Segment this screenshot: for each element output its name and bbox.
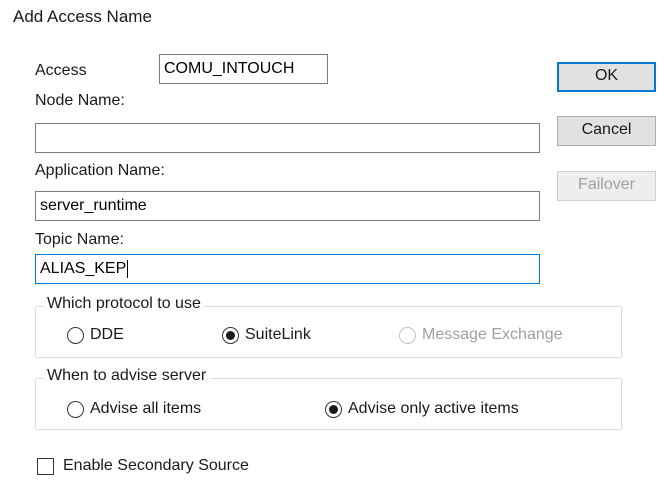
advise-label-all[interactable]: Advise all items bbox=[90, 400, 201, 418]
protocol-label-dde[interactable]: DDE bbox=[90, 326, 124, 344]
text-caret bbox=[127, 259, 129, 278]
cancel-button[interactable]: Cancel bbox=[557, 116, 656, 146]
topic-name-field[interactable]: ALIAS_KEP bbox=[35, 254, 540, 284]
protocol-radio-suitelink[interactable] bbox=[222, 327, 239, 344]
application-name-label: Application Name: bbox=[35, 162, 165, 179]
access-field[interactable]: COMU_INTOUCH bbox=[159, 54, 328, 84]
advise-radio-active[interactable] bbox=[325, 401, 342, 418]
protocol-radio-message-exchange[interactable] bbox=[399, 327, 416, 344]
advise-radio-all[interactable] bbox=[67, 401, 84, 418]
application-name-field[interactable]: server_runtime bbox=[35, 191, 540, 221]
advise-legend: When to advise server bbox=[43, 367, 211, 385]
access-label: Access bbox=[35, 62, 87, 79]
topic-name-label: Topic Name: bbox=[35, 231, 124, 248]
protocol-legend: Which protocol to use bbox=[43, 295, 205, 313]
enable-secondary-label[interactable]: Enable Secondary Source bbox=[63, 457, 249, 475]
protocol-label-message-exchange[interactable]: Message Exchange bbox=[422, 326, 563, 344]
dialog-title: Add Access Name bbox=[13, 7, 152, 26]
enable-secondary-checkbox[interactable] bbox=[37, 458, 54, 475]
protocol-label-suitelink[interactable]: SuiteLink bbox=[245, 326, 311, 344]
topic-name-value: ALIAS_KEP bbox=[40, 260, 127, 277]
node-name-field[interactable] bbox=[35, 123, 540, 153]
protocol-radio-dde[interactable] bbox=[67, 327, 84, 344]
node-name-label: Node Name: bbox=[35, 92, 125, 109]
ok-button[interactable]: OK bbox=[557, 62, 656, 92]
failover-button[interactable]: Failover bbox=[557, 171, 656, 201]
advise-label-active[interactable]: Advise only active items bbox=[348, 400, 519, 418]
